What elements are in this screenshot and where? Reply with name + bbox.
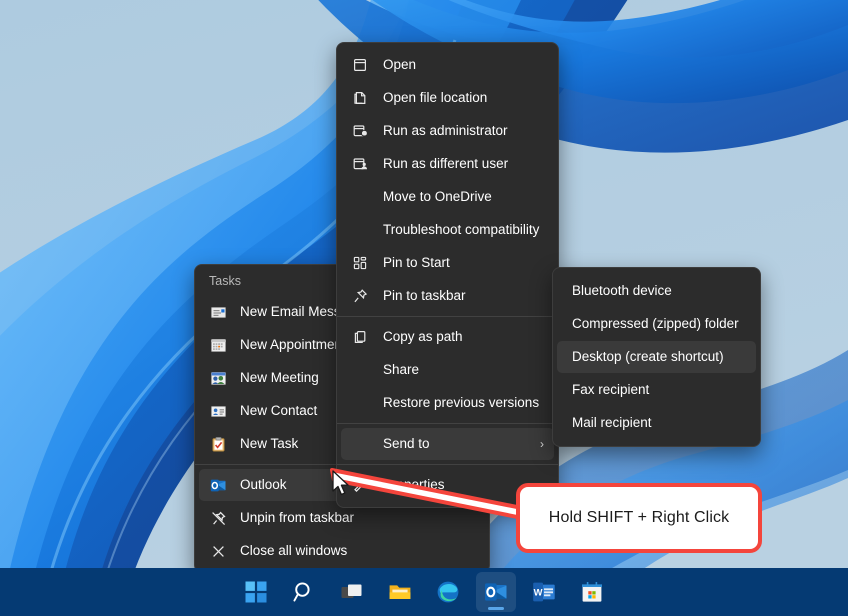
submenu-item-compressed-zipped-folder[interactable]: Compressed (zipped) folder xyxy=(557,308,756,340)
open-window-icon xyxy=(351,56,369,74)
jumplist-item-label: Unpin from taskbar xyxy=(240,510,355,526)
instruction-callout: Hold SHIFT + Right Click xyxy=(516,483,762,553)
taskbar[interactable]: W xyxy=(0,568,848,616)
context-item-label: Restore previous versions xyxy=(383,395,540,411)
context-item-open[interactable]: Open xyxy=(341,49,554,81)
pin-icon xyxy=(351,287,369,305)
context-item-label: Move to OneDrive xyxy=(383,189,492,205)
context-menu-divider xyxy=(337,464,558,465)
jumplist-item-label: Close all windows xyxy=(240,543,348,559)
context-item-label: Pin to taskbar xyxy=(383,288,466,304)
wrench-icon xyxy=(351,476,369,494)
new-email-icon xyxy=(209,303,227,321)
submenu-item-label: Mail recipient xyxy=(572,415,652,431)
callout-text: Hold SHIFT + Right Click xyxy=(548,509,730,526)
submenu-item-fax-recipient[interactable]: Fax recipient xyxy=(557,374,756,406)
context-item-label: Pin to Start xyxy=(383,255,450,271)
context-item-label: Open file location xyxy=(383,90,488,106)
word-icon: W xyxy=(533,582,555,602)
outlook-icon xyxy=(209,476,227,494)
submenu-item-label: Fax recipient xyxy=(572,382,650,398)
context-item-move-to-onedrive[interactable]: Move to OneDrive xyxy=(341,181,554,213)
context-item-label: Send to xyxy=(383,436,430,452)
user-switch-icon xyxy=(351,155,369,173)
contact-card-icon xyxy=(209,402,227,420)
taskbar-word-button[interactable]: W xyxy=(524,572,564,612)
submenu-item-label: Bluetooth device xyxy=(572,283,672,299)
context-item-share[interactable]: Share xyxy=(341,354,554,386)
submenu-item-desktop-create-shortcut[interactable]: Desktop (create shortcut) xyxy=(557,341,756,373)
taskbar-task-view-button[interactable] xyxy=(332,572,372,612)
send-to-submenu[interactable]: Bluetooth device Compressed (zipped) fol… xyxy=(552,267,761,447)
svg-text:W: W xyxy=(534,587,543,598)
context-item-label: Properties xyxy=(383,477,445,493)
context-item-pin-to-start[interactable]: Pin to Start xyxy=(341,247,554,279)
context-item-pin-to-taskbar[interactable]: Pin to taskbar xyxy=(341,280,554,312)
context-item-run-as-different-user[interactable]: Run as different user xyxy=(341,148,554,180)
submenu-item-label: Desktop (create shortcut) xyxy=(572,349,724,365)
jumplist-item-label: Outlook xyxy=(240,477,287,493)
jumplist-item-close-all-windows[interactable]: Close all windows xyxy=(199,535,485,567)
unpin-icon xyxy=(209,509,227,527)
shield-admin-icon xyxy=(351,122,369,140)
taskbar-microsoft-store-button[interactable] xyxy=(572,572,612,612)
windows-start-icon xyxy=(245,581,267,603)
search-icon xyxy=(293,582,310,602)
copy-icon xyxy=(351,328,369,346)
context-item-label: Copy as path xyxy=(383,329,463,345)
taskbar-search-button[interactable] xyxy=(284,572,324,612)
taskbar-file-explorer-button[interactable] xyxy=(380,572,420,612)
jumplist-item-label: New Appointment xyxy=(240,337,346,353)
context-item-restore-previous-versions[interactable]: Restore previous versions xyxy=(341,387,554,419)
calendar-icon xyxy=(209,336,227,354)
taskbar-start-button[interactable] xyxy=(236,572,276,612)
context-menu-divider xyxy=(337,316,558,317)
context-item-label: Open xyxy=(383,57,417,73)
context-item-troubleshoot-compatibility[interactable]: Troubleshoot compatibility xyxy=(341,214,554,246)
outlook-icon xyxy=(485,583,507,601)
store-icon xyxy=(582,582,602,602)
jumplist-item-label: New Meeting xyxy=(240,370,319,386)
context-item-label: Troubleshoot compatibility xyxy=(383,222,540,238)
jumplist-item-label: New Task xyxy=(240,436,299,452)
submenu-item-mail-recipient[interactable]: Mail recipient xyxy=(557,407,756,439)
folder-page-icon xyxy=(351,89,369,107)
taskbar-active-indicator xyxy=(488,607,504,610)
edge-icon xyxy=(437,581,459,603)
desktop-screen: Tasks New Email Message New Appointment … xyxy=(0,0,848,616)
context-menu-divider xyxy=(337,423,558,424)
taskbar-outlook-button[interactable] xyxy=(476,572,516,612)
file-context-menu[interactable]: Open Open file location Run as administr… xyxy=(336,42,559,508)
taskbar-edge-button[interactable] xyxy=(428,572,468,612)
pin-to-start-icon xyxy=(351,254,369,272)
jumplist-item-label: New Contact xyxy=(240,403,318,419)
task-view-icon xyxy=(341,584,362,598)
context-item-run-as-administrator[interactable]: Run as administrator xyxy=(341,115,554,147)
context-item-copy-as-path[interactable]: Copy as path xyxy=(341,321,554,353)
context-item-label: Run as administrator xyxy=(383,123,508,139)
close-icon xyxy=(209,542,227,560)
context-item-send-to[interactable]: Send to › xyxy=(341,428,554,460)
context-item-label: Run as different user xyxy=(383,156,509,172)
submenu-item-bluetooth-device[interactable]: Bluetooth device xyxy=(557,275,756,307)
context-item-open-file-location[interactable]: Open file location xyxy=(341,82,554,114)
submenu-item-label: Compressed (zipped) folder xyxy=(572,316,739,332)
context-item-label: Share xyxy=(383,362,420,378)
task-clipboard-icon xyxy=(209,435,227,453)
chevron-right-icon: › xyxy=(540,437,544,451)
meeting-people-icon xyxy=(209,369,227,387)
file-explorer-icon xyxy=(389,585,411,599)
